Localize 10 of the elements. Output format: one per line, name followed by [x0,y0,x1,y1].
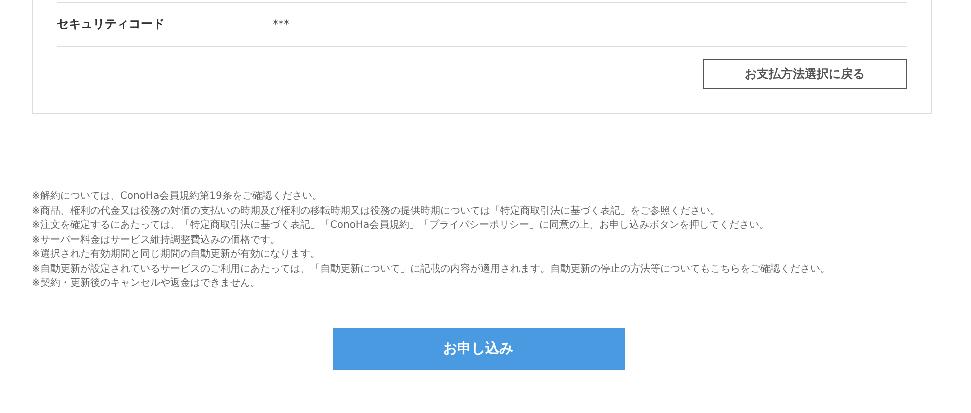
note-text: ※サーバー料金はサービス維持調整費込みの価格です。 [32,234,282,248]
field-value: *** [273,18,290,31]
field-label: セキュリティコード [57,16,166,33]
note-text: ※解約については、ConoHa会員規約第19条をご確認ください。 [32,190,324,204]
note-text: ※注文を確定するにあたっては、「特定商取引法に基づく表記」「ConoHa会員規約」「プライバシーポリシー」に同意の上、お申し込みボタンを押してください。 [32,219,771,233]
note-text: ※商品、権利の代金又は役務の対価の支払いの時期及び権利の移転時期又は役務の提供時期については「特定商取引法に基づく表記」をご参照ください。 [32,204,722,218]
back-button[interactable]: お支払方法選択に戻る [703,59,907,89]
note-text: ※選択された有効期間と同じ期間の自動更新が有効になります。 [32,248,322,262]
note-text: ※契約・更新後のキャンセルや返金はできません。 [32,277,262,291]
note-text: ※自動更新が設定されているサービスのご利用にあたっては、「自動更新について」に記載の内容が適用されます。自動更新の停止の方法等についてもこちらをご確認ください。 [32,262,832,276]
